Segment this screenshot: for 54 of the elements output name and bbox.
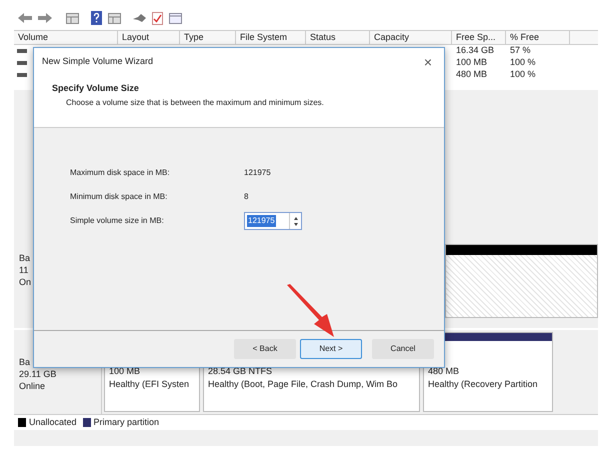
column-header[interactable]: Volume (14, 31, 118, 44)
pointer-arrow (286, 284, 336, 338)
table-cell-text: 100 % (509, 56, 537, 70)
dialog-button[interactable]: Next > (300, 339, 362, 359)
legend-label: Primary partition (94, 416, 160, 429)
wizard-heading: Specify Volume Size (52, 82, 140, 95)
plug-icon[interactable] (133, 14, 146, 22)
field-label: Maximum disk space in MB: (70, 167, 171, 179)
field-value: 8 (244, 191, 248, 203)
partition-status: Healthy (Boot, Page File, Crash Dump, Wim Bo (208, 378, 399, 391)
table-cell-text: 100 % (509, 68, 537, 82)
column-header[interactable]: Free Sp... (452, 31, 506, 44)
field-label: Simple volume size in MB: (70, 215, 165, 227)
disk-status: On (19, 276, 32, 288)
partition-status: Healthy (EFI Systen (109, 378, 190, 391)
table-cell-text: 480 MB (455, 68, 488, 82)
unallocated-partition[interactable] (445, 244, 598, 318)
partition-block[interactable]: 480 MB Healthy (Recovery Partition (423, 332, 553, 412)
close-button[interactable]: × (420, 55, 436, 69)
column-header[interactable]: File System (236, 31, 306, 44)
field-label: Minimum disk space in MB: (70, 191, 168, 203)
column-header[interactable]: Capacity (370, 31, 452, 44)
disk-size: 11 (19, 264, 30, 276)
table-cell-text: 100 MB (455, 56, 488, 70)
partition-status: Healthy (Recovery Partition (428, 378, 539, 391)
help-icon[interactable] (91, 11, 102, 25)
disk-label: Ba (19, 356, 32, 368)
column-header[interactable]: Layout (118, 31, 180, 44)
dialog-button[interactable]: Cancel (372, 339, 434, 359)
dialog-button[interactable]: < Back (234, 339, 296, 359)
table-cell-text: 57 % (509, 44, 532, 58)
spin-up-icon[interactable] (294, 216, 298, 220)
wizard-subtitle: Choose a volume size that is between the maximum and minimum sizes. (65, 96, 325, 108)
back-arrow-icon[interactable] (18, 13, 32, 23)
window-icon[interactable] (169, 12, 182, 24)
partition-size: 100 MB (109, 365, 142, 378)
disk-size: 29.11 GB (19, 368, 58, 380)
partition-size: 480 MB (428, 365, 460, 378)
column-header[interactable]: Type (180, 31, 236, 44)
partition-size: 28.54 GB NTFS (208, 365, 274, 378)
legend-label: Unallocated (29, 416, 77, 429)
dialog-title: New Simple Volume Wizard (42, 55, 154, 68)
column-header[interactable]: Status (306, 31, 370, 44)
spin-field[interactable]: 121975 (244, 212, 302, 230)
grid-icon[interactable] (66, 12, 79, 24)
grid-icon[interactable] (108, 12, 121, 24)
checklist-icon[interactable] (152, 12, 163, 24)
forward-arrow-icon[interactable] (38, 13, 52, 23)
field-value: 121975 (244, 167, 271, 179)
disk-label: Ba (19, 252, 32, 264)
column-header[interactable]: % Free (506, 31, 570, 44)
disk-status: Online (19, 380, 46, 392)
table-cell-text: 16.34 GB (455, 44, 496, 58)
spin-down-icon[interactable] (294, 222, 298, 226)
